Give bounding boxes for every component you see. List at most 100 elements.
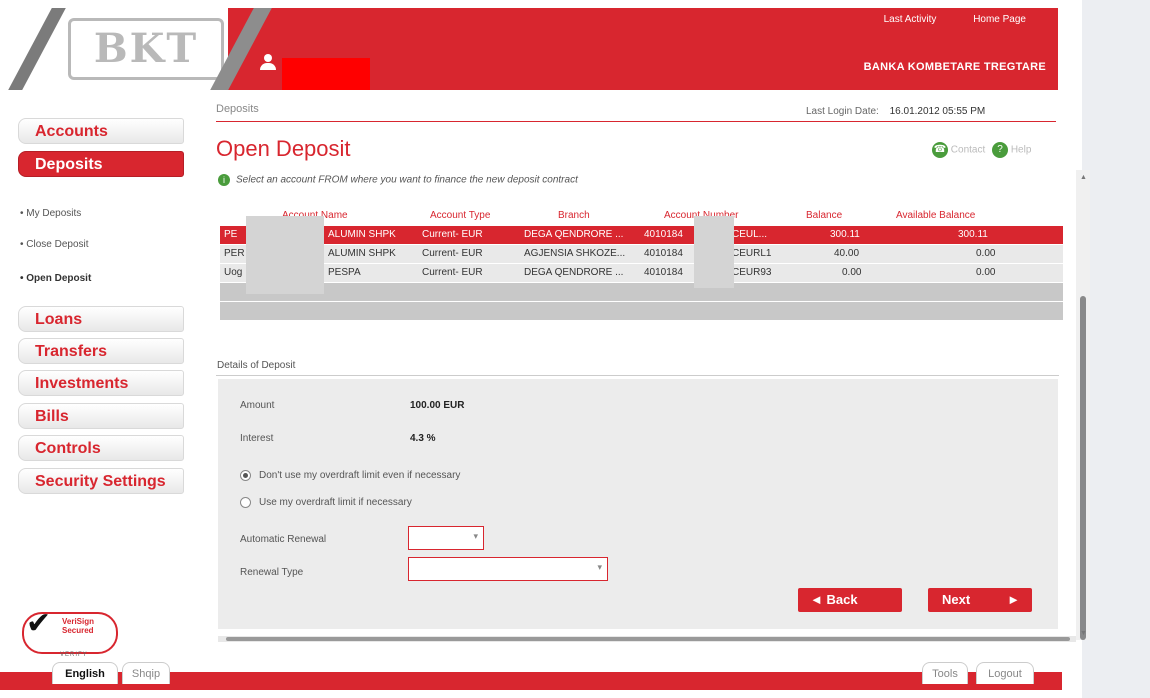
contact-icon[interactable]: ☎ [932,142,948,158]
verisign-verify: VERIFY [60,652,88,658]
bank-name: BANKA KOMBETARE TREGTARE [863,61,1046,73]
cell-balance: 0.00 [842,267,862,278]
details-divider [216,375,1059,376]
redaction-mask [694,216,734,288]
nav-transfers[interactable]: Transfers [18,338,184,364]
interest-label: Interest [240,433,274,444]
next-button[interactable]: Next ► [928,588,1032,612]
cell-num-post: CEUR93 [732,267,772,278]
cell-num-pre: 4010184 [644,229,683,240]
help-icon[interactable]: ? [992,142,1009,158]
radio-use-overdraft[interactable]: Use my overdraft limit if necessary [240,497,412,508]
subnav-label: Close Deposit [26,239,89,250]
cell-name: ALUMIN SHPK [328,248,396,259]
cell-type: Current- EUR [422,229,483,240]
interest-value: 4.3 % [410,433,436,444]
nav-deposits[interactable]: Deposits [18,151,184,177]
top-links: Last Activity Home Page [850,14,1026,25]
verisign-text: VeriSign Secured [62,617,95,635]
table-row-empty [220,283,1063,302]
lang-shqip-tab[interactable]: Shqip [122,662,170,684]
cell-name-pre: Uog [224,267,243,278]
tools-link[interactable]: Tools [922,662,968,684]
table-row[interactable]: PE ALUMIN SHPK Current- EUR DEGA QENDROR… [220,226,1063,245]
instruction-text: i Select an account FROM where you want t… [218,174,578,186]
radio-dot[interactable] [240,470,251,481]
nav-security-settings[interactable]: Security Settings [18,468,184,494]
last-login: Last Login Date: 16.01.2012 05:55 PM [806,106,985,117]
auto-renewal-label: Automatic Renewal [240,534,327,545]
vertical-scroll-thumb[interactable] [1080,296,1086,640]
cell-balance: 300.11 [830,229,860,240]
header-bar: BKT Last Activity Home Page BANKA KOMBET… [8,8,1058,90]
back-label: Back [826,592,858,607]
contact-link[interactable]: Contact [951,145,985,156]
back-button[interactable]: ◄ Back [798,588,902,612]
col-balance[interactable]: Balance [806,210,842,221]
table-row[interactable]: Uog PESPA Current- EUR DEGA QENDRORE ...… [220,264,1063,283]
renewal-type-select[interactable]: ▾ [408,557,608,581]
info-icon: i [218,174,230,186]
home-page-link[interactable]: Home Page [973,14,1026,25]
breadcrumb[interactable]: Deposits [216,103,259,115]
user-icon [260,54,276,76]
radio-label: Use my overdraft limit if necessary [259,497,412,509]
helper-links: ☎ Contact ? Help [932,142,1031,158]
table-header: Account Name Account Type Branch Account… [220,206,1063,226]
nav-loans[interactable]: Loans [18,306,184,332]
table-row-empty [220,302,1063,321]
cell-available: 300.11 [958,229,988,240]
col-branch[interactable]: Branch [558,210,590,221]
subnav-label: My Deposits [26,208,82,219]
logo-slash-left [8,8,66,90]
subnav-open-deposit[interactable]: • Open Deposit [20,273,91,284]
scroll-down-icon[interactable]: ▼ [1080,630,1087,637]
cell-num-pre: 4010184 [644,248,683,259]
last-login-value: 16.01.2012 05:55 PM [889,106,986,117]
header-divider [216,121,1056,122]
radio-label: Don't use my overdraft limit even if nec… [259,470,461,482]
subnav-close-deposit[interactable]: • Close Deposit [20,239,89,250]
radio-dot[interactable] [240,497,251,508]
nav-bills[interactable]: Bills [18,403,184,429]
cell-branch: AGJENSIA SHKOZE... [524,248,626,259]
cell-branch: DEGA QENDRORE ... [524,267,624,278]
radio-no-overdraft[interactable]: Don't use my overdraft limit even if nec… [240,470,460,481]
cell-num-post: CEURL1 [732,248,772,259]
redacted-username [282,58,370,90]
lang-english-tab[interactable]: English [52,662,118,684]
nav-accounts[interactable]: Accounts [18,118,184,144]
scroll-up-icon[interactable]: ▲ [1080,174,1087,181]
cell-num-post: CEUL... [732,229,768,240]
last-login-label: Last Login Date: [806,106,879,117]
accounts-table: Account Name Account Type Branch Account… [220,206,1063,321]
verisign-badge[interactable]: ✔ VeriSign Secured VERIFY [18,604,118,660]
checkmark-icon: ✔ [26,607,52,640]
amount-label: Amount [240,400,275,411]
nav-investments[interactable]: Investments [18,370,184,396]
cell-branch: DEGA QENDRORE ... [524,229,624,240]
bkt-logo[interactable]: BKT [68,18,224,80]
cell-name-pre: PE [224,229,238,240]
subnav-label: Open Deposit [26,273,92,284]
subnav-my-deposits[interactable]: • My Deposits [20,208,81,219]
table-row[interactable]: PER ALUMIN SHPK Current- EUR AGJENSIA SH… [220,245,1063,264]
last-activity-link[interactable]: Last Activity [884,14,937,25]
cell-name: PESPA [328,267,361,278]
logo-area: BKT [8,8,228,90]
renewal-type-label: Renewal Type [240,567,304,578]
logout-link[interactable]: Logout [976,662,1034,684]
horizontal-scroll-thumb[interactable] [226,637,1070,641]
auto-renewal-select[interactable]: ▾ [408,526,484,550]
col-account-type[interactable]: Account Type [430,210,490,221]
amount-value: 100.00 EUR [410,400,465,411]
details-section-label: Details of Deposit [217,360,296,371]
chevron-down-icon: ▾ [597,562,602,572]
help-link[interactable]: Help [1011,145,1032,156]
cell-type: Current- EUR [422,248,483,259]
col-available-balance[interactable]: Available Balance [896,210,975,221]
page-title: Open Deposit [216,136,351,161]
right-gutter [1082,0,1150,698]
nav-controls[interactable]: Controls [18,435,184,461]
back-arrow-icon: ◄ [810,592,823,607]
